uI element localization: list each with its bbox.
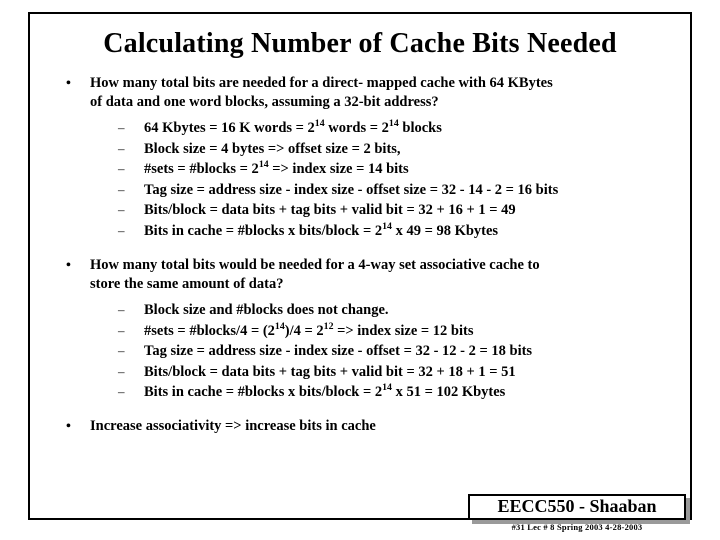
footer-label: EECC550 - Shaaban [497,496,657,516]
sub-item-text: #sets = #blocks = 214 => index size = 14… [144,159,409,177]
slide: Calculating Number of Cache Bits Needed … [0,0,720,540]
dash-marker: – [118,322,125,338]
page-title: Calculating Number of Cache Bits Needed [103,28,617,59]
sub-item: – Block size = 4 bytes => offset size = 2… [118,139,676,160]
bullet-marker: • [66,258,71,273]
sub-item: – #sets = #blocks = 214 => index size = 1… [118,159,676,180]
dash-marker: – [118,222,125,238]
bullet-line: How many total bits would be needed for … [90,257,540,273]
bullet-line: store the same amount of data? [90,276,284,292]
sub-item: – Tag size = address size - index size - … [118,341,676,362]
dash-marker: – [118,343,125,358]
sub-list: – Block size and #blocks does not change.… [48,300,676,403]
sub-item-text: Bits in cache = #blocks x bits/block = 2… [144,220,499,239]
bullet-marker: • [66,76,71,91]
bullet-item: • Increase associativity => increase bit… [48,417,676,436]
sub-item-text: #sets = #blocks/4 = (214)/4 = 212 => ind… [144,320,474,339]
sub-item-text: Bits in cache = #blocks x bits/block = 2… [144,382,506,400]
sub-item-text: Bits/block = data bits + tag bits + vali… [144,363,516,380]
sub-item: – Block size and #blocks does not change. [118,300,676,321]
slide-body: • How many total bits are needed for a d… [48,74,676,436]
bullet-line: Increase associativity => increase bits … [90,417,376,434]
sub-item-text: Tag size = address size - index size - o… [144,181,559,198]
bullet-marker: • [66,418,71,434]
dash-marker: – [118,181,125,197]
sub-item: – Bits/block = data bits + tag bits + val… [118,200,676,221]
bullet-line: of data and one word blocks, assuming a … [90,94,439,110]
sub-list: – 64 Kbytes = 16 K words = 214 words = 21… [48,118,676,241]
dash-marker: – [118,140,125,156]
sub-item: – Bits in cache = #blocks x bits/block = … [118,221,676,242]
sub-item: – Bits in cache = #blocks x bits/block = … [118,382,676,403]
dash-marker: – [118,161,125,176]
dash-marker: – [118,120,125,135]
sub-item-text: 64 Kbytes = 16 K words = 214 words = 214… [144,118,442,136]
sub-item: – Tag size = address size - index size - … [118,180,676,201]
dash-marker: – [118,384,125,399]
sub-item-text: Block size = 4 bytes => offset size = 2 … [144,140,401,157]
bullet-item: • How many total bits would be needed fo… [48,256,676,294]
sub-item: – Bits/block = data bits + tag bits + val… [118,362,676,383]
dash-marker: – [118,302,125,317]
sub-item: – 64 Kbytes = 16 K words = 214 words = 21… [118,118,676,139]
bullet-item: • How many total bits are needed for a d… [48,74,676,112]
footer-meta: #31 Lec # 8 Spring 2003 4-28-2003 [511,522,643,532]
sub-item-text: Bits/block = data bits + tag bits + vali… [144,202,516,218]
dash-marker: – [118,363,125,379]
sub-item-text: Block size and #blocks does not change. [144,302,389,318]
sub-item-text: Tag size = address size - index size - o… [144,343,533,359]
bullet-line: How many total bits are needed for a dir… [90,75,553,91]
sub-item: – #sets = #blocks/4 = (214)/4 = 212 => in… [118,321,676,342]
dash-marker: – [118,202,125,217]
